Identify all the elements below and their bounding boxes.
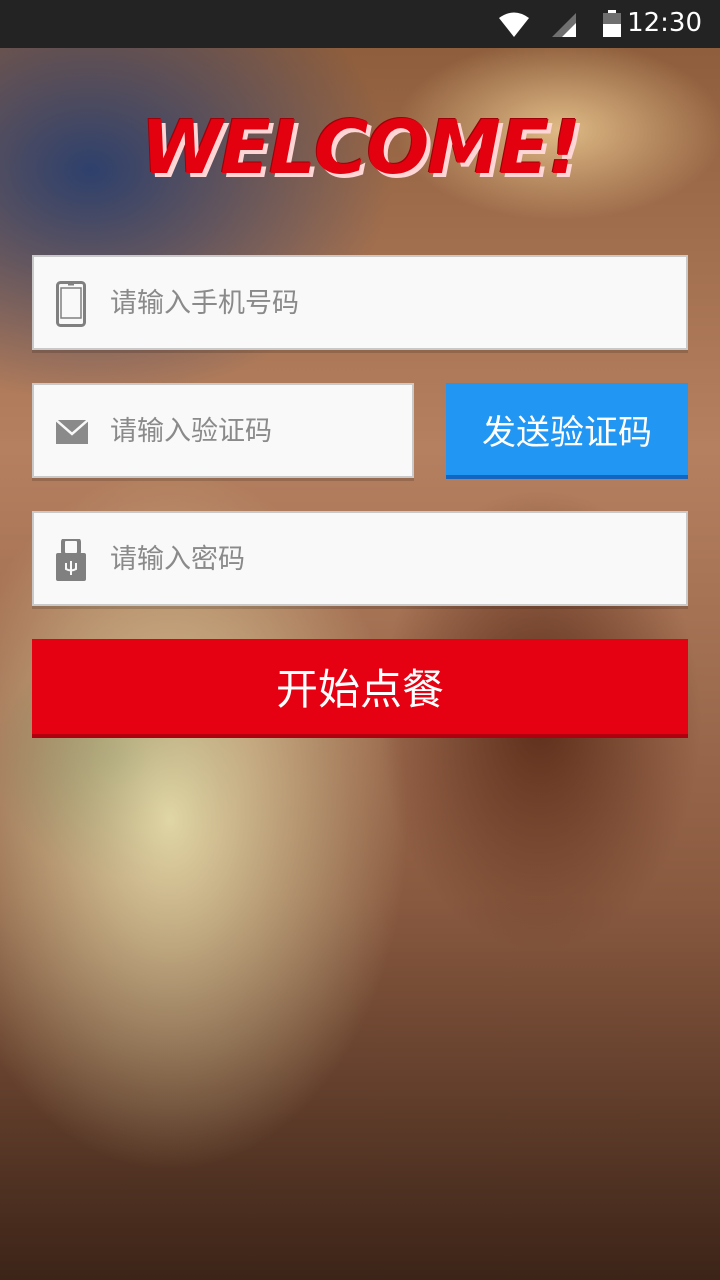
verification-code-input[interactable] [108, 385, 402, 478]
mail-icon [56, 420, 88, 444]
phone-input[interactable] [108, 257, 672, 350]
password-input[interactable] [108, 513, 672, 606]
wifi-icon [499, 12, 529, 37]
status-bar: 12:30 [0, 0, 720, 48]
start-ordering-button[interactable]: 开始点餐 [32, 639, 688, 738]
verification-code-field[interactable] [32, 383, 414, 478]
lock-icon [56, 539, 86, 581]
send-code-button[interactable]: 发送验证码 [446, 383, 688, 479]
status-time: 12:30 [627, 8, 702, 38]
welcome-title: WELCOME! [140, 105, 581, 191]
battery-icon [603, 10, 621, 37]
password-field[interactable] [32, 511, 688, 606]
phone-icon [56, 281, 86, 327]
signal-icon [552, 13, 576, 37]
phone-field[interactable] [32, 255, 688, 350]
